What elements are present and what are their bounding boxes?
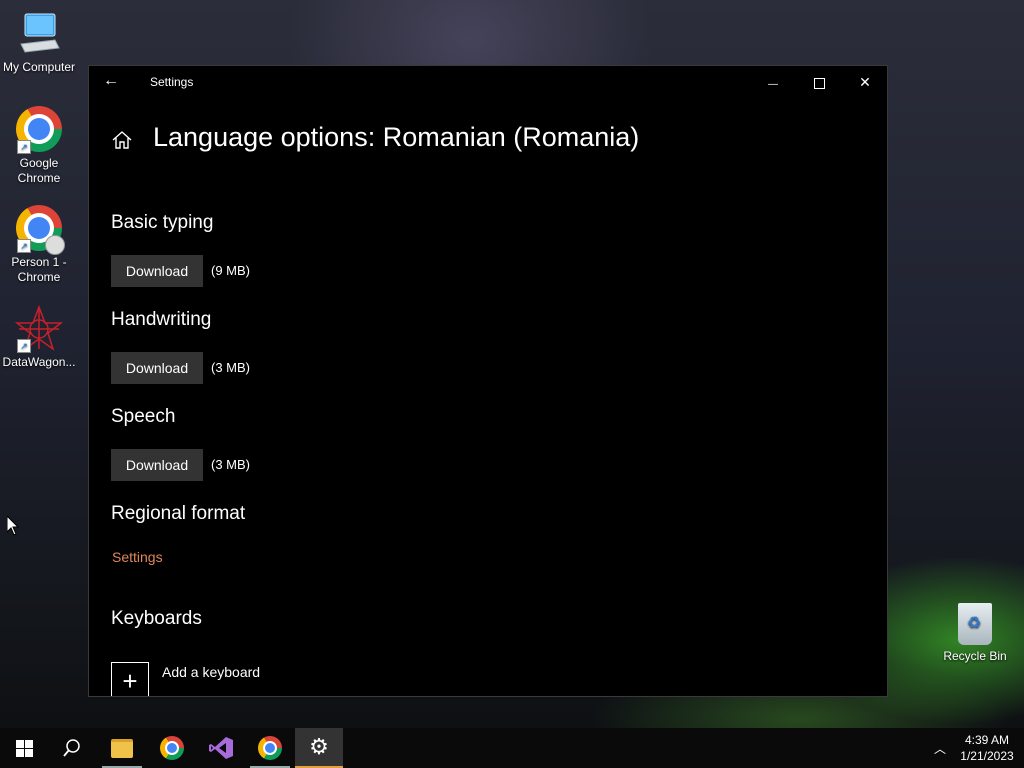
section-title-speech: Speech	[111, 406, 176, 427]
desktop-icon-recycle-bin[interactable]: Recycle Bin	[941, 603, 1009, 663]
desktop-icon-label: Google Chrome	[17, 156, 61, 185]
shortcut-arrow-icon: ↗	[17, 239, 31, 253]
tray-chevron-icon[interactable]: ︿	[934, 740, 946, 757]
regional-format-settings-link[interactable]: Settings	[112, 549, 163, 565]
search-button[interactable]	[48, 728, 96, 768]
system-clock[interactable]: 4:39 AM 1/21/2023	[950, 732, 1024, 764]
desktop-icon-google-chrome[interactable]: ↗ Google Chrome	[0, 106, 78, 186]
close-button[interactable]: ✕	[842, 66, 887, 98]
chrome-profile-icon: ↗	[15, 205, 65, 255]
section-title-basic-typing: Basic typing	[111, 212, 214, 233]
add-keyboard-label: Add a keyboard	[162, 664, 261, 680]
minimize-button[interactable]: —	[750, 66, 796, 98]
download-handwriting-button[interactable]: Download	[111, 352, 203, 384]
page-title: Language options: Romanian (Romania)	[153, 122, 640, 152]
title-bar: ← Settings — ✕	[89, 66, 887, 98]
download-size: (9 MB)	[211, 263, 250, 278]
taskbar-chrome[interactable]	[148, 728, 196, 768]
window-title: Settings	[150, 75, 194, 89]
taskbar-file-explorer[interactable]	[98, 728, 146, 768]
chrome-icon	[160, 736, 184, 760]
chrome-icon: ↗	[15, 106, 63, 154]
start-button[interactable]	[0, 728, 48, 768]
taskbar-settings[interactable]: ⚙	[295, 728, 343, 768]
home-icon[interactable]	[111, 129, 133, 151]
datawagon-icon: ↗	[14, 304, 64, 353]
desktop-icon-label: My Computer	[2, 60, 76, 74]
desktop-icon-my-computer[interactable]: My Computer	[0, 10, 78, 75]
maximize-button[interactable]	[796, 66, 842, 98]
desktop-icon-label: Person 1 - Chrome	[11, 255, 67, 284]
taskbar-chrome-profile[interactable]	[246, 728, 294, 768]
computer-icon	[15, 10, 63, 58]
settings-icon: ⚙	[309, 734, 329, 759]
plus-icon: +	[111, 662, 149, 696]
visual-studio-icon	[209, 737, 233, 759]
section-title-keyboards: Keyboards	[111, 608, 202, 629]
handwriting-row: Download (3 MB)	[111, 352, 250, 384]
windows-logo-icon	[15, 739, 33, 757]
section-title-regional-format: Regional format	[111, 503, 246, 524]
desktop-icon-label: DataWagon...	[2, 355, 76, 369]
close-icon: ✕	[859, 74, 871, 90]
shortcut-arrow-icon: ↗	[17, 140, 31, 154]
taskbar-visual-studio[interactable]	[197, 728, 245, 768]
maximize-icon	[813, 77, 825, 89]
minimize-icon: —	[768, 79, 778, 90]
clock-time: 4:39 AM	[964, 733, 1010, 747]
settings-window: ← Settings — ✕ Language options: Romania…	[88, 65, 888, 697]
speech-row: Download (3 MB)	[111, 449, 250, 481]
desktop-icon-person1-chrome[interactable]: ↗ Person 1 - Chrome	[0, 205, 78, 285]
clock-date: 1/21/2023	[960, 749, 1014, 763]
recycle-bin-icon	[958, 603, 992, 645]
desktop-icon-datawagon[interactable]: ↗ DataWagon...	[0, 304, 78, 370]
section-title-handwriting: Handwriting	[111, 309, 212, 330]
file-explorer-icon	[111, 738, 133, 758]
basic-typing-row: Download (9 MB)	[111, 255, 250, 287]
download-size: (3 MB)	[211, 360, 250, 375]
taskbar: ⚙ ︿ 4:39 AM 1/21/2023	[0, 728, 1024, 768]
download-speech-button[interactable]: Download	[111, 449, 203, 481]
download-size: (3 MB)	[211, 457, 250, 472]
chrome-icon	[258, 736, 282, 760]
desktop-icon-label: Recycle Bin	[943, 649, 1007, 663]
download-basic-typing-button[interactable]: Download	[111, 255, 203, 287]
shortcut-arrow-icon: ↗	[17, 339, 31, 353]
back-button[interactable]: ←	[103, 72, 119, 90]
search-icon	[63, 739, 80, 757]
